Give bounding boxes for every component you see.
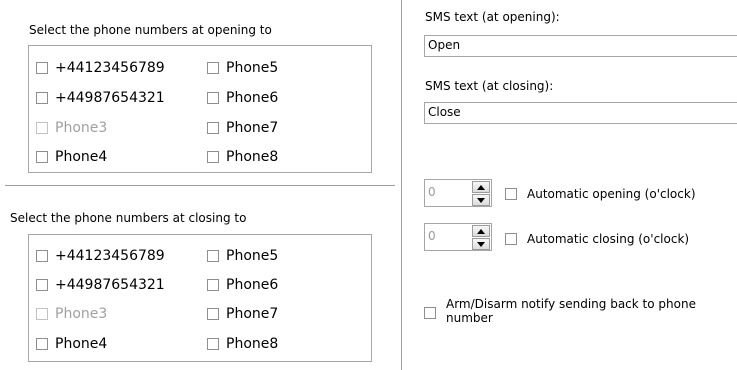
opening-item-7[interactable]: Phone8 — [207, 145, 278, 169]
opening-item-1[interactable]: +44987654321 — [36, 86, 165, 110]
spinner-value[interactable]: 0 — [428, 229, 436, 243]
closing-item-2: Phone3 — [36, 302, 107, 326]
notify-label: Arm/Disarm notify sending back to phone … — [446, 297, 696, 325]
closing-section-title: Select the phone numbers at closing to — [10, 211, 247, 225]
checkbox[interactable] — [36, 338, 48, 350]
checkbox[interactable] — [207, 279, 219, 291]
opening-item-5[interactable]: Phone6 — [207, 86, 278, 110]
checkbox[interactable] — [207, 151, 219, 163]
notify-label-line2: number — [446, 311, 493, 325]
checkbox — [36, 122, 48, 134]
item-label: +44123456789 — [55, 248, 165, 264]
auto-opening-label: Automatic opening (o'clock) — [527, 187, 696, 201]
item-label: Phone3 — [55, 306, 108, 322]
item-label: Phone5 — [226, 60, 279, 76]
item-label: Phone7 — [226, 120, 279, 136]
arrow-up-icon — [477, 228, 485, 234]
spin-down-button[interactable] — [472, 194, 490, 206]
auto-closing-label: Automatic closing (o'clock) — [527, 232, 690, 246]
closing-item-0[interactable]: +44123456789 — [36, 244, 165, 268]
closing-item-1[interactable]: +44987654321 — [36, 273, 165, 297]
auto-closing-spinner[interactable]: 0 — [424, 223, 492, 251]
spinner-buttons[interactable] — [472, 181, 490, 206]
item-label: Phone6 — [226, 90, 279, 106]
arrow-down-icon — [477, 197, 485, 203]
sms-opening-label: SMS text (at opening): — [425, 10, 560, 24]
opening-item-3[interactable]: Phone4 — [36, 145, 107, 169]
opening-item-0[interactable]: +44123456789 — [36, 56, 165, 80]
sms-opening-input[interactable]: Open — [424, 35, 737, 57]
spinner-buttons[interactable] — [472, 225, 490, 250]
checkbox[interactable] — [207, 308, 219, 320]
opening-item-4[interactable]: Phone5 — [207, 56, 278, 80]
item-label: Phone4 — [55, 336, 108, 352]
auto-closing-checkbox[interactable] — [505, 233, 517, 245]
spin-up-button[interactable] — [472, 181, 490, 193]
checkbox[interactable] — [36, 92, 48, 104]
spin-up-button[interactable] — [472, 225, 490, 237]
checkbox[interactable] — [207, 62, 219, 74]
notify-label-line1: Arm/Disarm notify sending back to phone — [446, 297, 696, 311]
checkbox[interactable] — [36, 62, 48, 74]
opening-item-2: Phone3 — [36, 116, 107, 140]
item-label: +44987654321 — [55, 277, 165, 293]
item-label: +44123456789 — [55, 60, 165, 76]
auto-opening-spinner[interactable]: 0 — [424, 179, 492, 207]
item-label: Phone5 — [226, 248, 279, 264]
opening-phone-list[interactable]: +44123456789 +44987654321 Phone3 Phone4 … — [28, 45, 372, 173]
item-label: Phone6 — [226, 277, 279, 293]
item-label: +44987654321 — [55, 90, 165, 106]
checkbox — [36, 308, 48, 320]
closing-item-3[interactable]: Phone4 — [36, 332, 107, 356]
auto-closing-checkbox-row[interactable]: Automatic closing (o'clock) — [505, 232, 689, 246]
closing-item-6[interactable]: Phone7 — [207, 302, 278, 326]
checkbox[interactable] — [207, 122, 219, 134]
auto-opening-checkbox-row[interactable]: Automatic opening (o'clock) — [505, 187, 696, 201]
notify-checkbox-row[interactable]: Arm/Disarm notify sending back to phone … — [424, 297, 696, 325]
sms-closing-input[interactable]: Close — [424, 102, 737, 124]
checkbox[interactable] — [207, 338, 219, 350]
section-divider — [5, 185, 395, 187]
opening-item-6[interactable]: Phone7 — [207, 116, 278, 140]
sms-closing-label: SMS text (at closing): — [425, 79, 554, 93]
spinner-value[interactable]: 0 — [428, 185, 436, 199]
spin-down-button[interactable] — [472, 238, 490, 250]
closing-item-5[interactable]: Phone6 — [207, 273, 278, 297]
opening-section-title: Select the phone numbers at opening to — [29, 23, 272, 37]
column-divider — [401, 0, 402, 370]
closing-item-7[interactable]: Phone8 — [207, 332, 278, 356]
closing-item-4[interactable]: Phone5 — [207, 244, 278, 268]
checkbox[interactable] — [36, 279, 48, 291]
arrow-down-icon — [477, 241, 485, 247]
checkbox[interactable] — [207, 92, 219, 104]
closing-phone-list[interactable]: +44123456789 +44987654321 Phone3 Phone4 … — [28, 234, 372, 362]
item-label: Phone8 — [226, 149, 279, 165]
checkbox[interactable] — [36, 250, 48, 262]
auto-opening-checkbox[interactable] — [505, 188, 517, 200]
item-label: Phone8 — [226, 336, 279, 352]
item-label: Phone4 — [55, 149, 108, 165]
checkbox[interactable] — [207, 250, 219, 262]
item-label: Phone3 — [55, 120, 108, 136]
arrow-up-icon — [477, 184, 485, 190]
checkbox[interactable] — [36, 151, 48, 163]
item-label: Phone7 — [226, 306, 279, 322]
notify-checkbox[interactable] — [424, 307, 436, 319]
